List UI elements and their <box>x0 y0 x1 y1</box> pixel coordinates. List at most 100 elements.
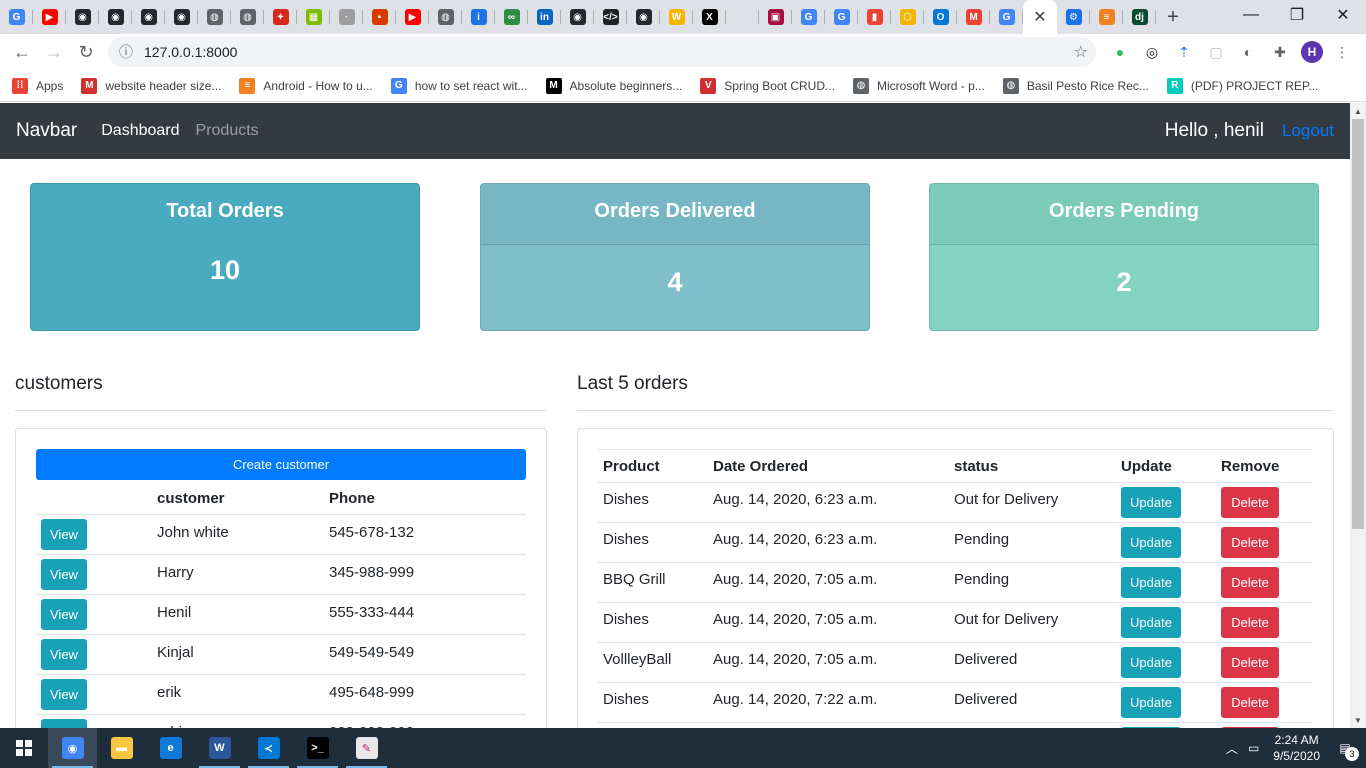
back-button[interactable]: ← <box>6 36 38 68</box>
chevron-up-icon[interactable]: ︿ <box>1226 740 1238 757</box>
address-bar[interactable]: ⓘ 127.0.0.1:8000 ☆ <box>108 37 1096 67</box>
scroll-down-arrow-icon[interactable]: ▼ <box>1350 712 1366 728</box>
update-button[interactable]: Update <box>1121 527 1181 558</box>
update-button[interactable]: Update <box>1121 487 1181 518</box>
browser-tab[interactable] <box>726 0 759 34</box>
extension-circle-icon[interactable]: ◐ <box>1236 40 1260 64</box>
view-button[interactable]: View <box>41 718 87 728</box>
network-icon[interactable]: ▭ <box>1248 741 1259 755</box>
browser-tab[interactable]: X <box>693 0 726 34</box>
browser-tab[interactable]: G <box>990 0 1023 34</box>
bookmark-item[interactable]: Mwebsite header size... <box>81 77 221 94</box>
browser-tab[interactable]: ◉ <box>561 0 594 34</box>
site-info-icon[interactable]: ⓘ <box>108 42 144 62</box>
browser-tab[interactable]: O <box>924 0 957 34</box>
browser-tab[interactable]: ▶ <box>396 0 429 34</box>
extension-icon[interactable]: ◎ <box>1140 40 1164 64</box>
browser-tab[interactable]: i <box>462 0 495 34</box>
bookmark-item[interactable]: ⁞⁞ Apps <box>12 77 63 94</box>
browser-tab[interactable]: dj <box>1123 0 1156 34</box>
start-button[interactable] <box>0 728 48 768</box>
menu-kebab-icon[interactable]: ⋮ <box>1330 40 1354 64</box>
browser-tab[interactable]: in <box>528 0 561 34</box>
close-window-button[interactable]: ✕ <box>1320 0 1366 30</box>
bookmark-item[interactable]: Ghow to set react wit... <box>390 77 528 94</box>
bookmark-item[interactable]: ≡ Android - How to u... <box>239 77 373 94</box>
bookmark-item[interactable]: V Spring Boot CRUD... <box>700 77 835 94</box>
update-button[interactable]: Update <box>1121 687 1181 718</box>
browser-tab[interactable]: G <box>825 0 858 34</box>
browser-tab[interactable]: · <box>330 0 363 34</box>
taskbar-app[interactable]: W <box>195 728 244 768</box>
scrollbar-thumb[interactable] <box>1352 119 1364 529</box>
browser-tab[interactable]: M <box>957 0 990 34</box>
nav-link-dashboard[interactable]: Dashboard <box>101 122 179 140</box>
browser-tab[interactable]: ▦ <box>297 0 330 34</box>
browser-tab[interactable]: ◉ <box>165 0 198 34</box>
browser-tab[interactable]: ◍ <box>231 0 264 34</box>
browser-tab[interactable]: </> <box>594 0 627 34</box>
taskbar-app[interactable]: ◉ <box>48 728 97 768</box>
extension-blank-icon[interactable]: ▢ <box>1204 40 1228 64</box>
restore-button[interactable]: ❐ <box>1274 0 1320 30</box>
navbar-brand[interactable]: Navbar <box>16 120 77 142</box>
delete-button[interactable]: Delete <box>1221 487 1279 518</box>
browser-tab[interactable]: ⚙ <box>1057 0 1090 34</box>
browser-tab[interactable]: ◉ <box>627 0 660 34</box>
update-button[interactable]: Update <box>1121 647 1181 678</box>
browser-tab[interactable]: ∞ <box>495 0 528 34</box>
view-button[interactable]: View <box>41 678 87 710</box>
notification-center-icon[interactable]: ▤ 3 <box>1334 737 1359 761</box>
delete-button[interactable]: Delete <box>1221 647 1279 678</box>
bookmark-item[interactable]: ◍ Basil Pesto Rice Rec... <box>1002 77 1149 94</box>
view-button[interactable]: View <box>41 638 87 670</box>
browser-tab[interactable]: ▮ <box>858 0 891 34</box>
browser-tab[interactable]: ▣ <box>759 0 792 34</box>
view-button[interactable]: View <box>41 558 87 590</box>
delete-button[interactable]: Delete <box>1221 567 1279 598</box>
browser-tab[interactable]: ◍ <box>198 0 231 34</box>
url-text[interactable]: 127.0.0.1:8000 <box>144 44 237 60</box>
evernote-icon[interactable]: ● <box>1108 40 1132 64</box>
update-button[interactable]: Update <box>1121 567 1181 598</box>
view-button[interactable]: View <box>41 598 87 630</box>
delete-button[interactable]: Delete <box>1221 687 1279 718</box>
browser-tab[interactable]: ≡ <box>1090 0 1123 34</box>
logout-link[interactable]: Logout <box>1282 121 1334 141</box>
create-customer-button[interactable]: Create customer <box>36 449 526 480</box>
taskbar-app[interactable]: >_ <box>293 728 342 768</box>
browser-tab[interactable]: ◉ <box>99 0 132 34</box>
delete-button[interactable]: Delete <box>1221 607 1279 638</box>
view-button[interactable]: View <box>41 518 87 550</box>
browser-tab[interactable]: ◍ <box>429 0 462 34</box>
forward-button[interactable]: → <box>38 36 70 68</box>
active-tab[interactable]: ✕ <box>1023 0 1057 34</box>
clock[interactable]: 2:24 AM 9/5/2020 <box>1273 732 1320 764</box>
browser-tab[interactable]: ⬡ <box>891 0 924 34</box>
puzzle-extensions-icon[interactable]: ✚ <box>1268 40 1292 64</box>
reload-button[interactable]: ↻ <box>70 36 102 68</box>
taskbar-app[interactable]: ✎ <box>342 728 391 768</box>
browser-tab[interactable]: W <box>660 0 693 34</box>
bookmark-star-icon[interactable]: ☆ <box>1074 42 1088 62</box>
browser-tab[interactable]: ◉ <box>66 0 99 34</box>
nav-link-products[interactable]: Products <box>196 122 259 140</box>
taskbar-app[interactable]: e <box>146 728 195 768</box>
scroll-up-arrow-icon[interactable]: ▲ <box>1350 103 1366 119</box>
upload-extension-icon[interactable]: ⇡ <box>1172 40 1196 64</box>
update-button[interactable]: Update <box>1121 607 1181 638</box>
browser-tab[interactable]: G <box>792 0 825 34</box>
taskbar-app[interactable]: ≺ <box>244 728 293 768</box>
browser-tab[interactable]: ▶ <box>33 0 66 34</box>
browser-tab[interactable]: ✦ <box>264 0 297 34</box>
delete-button[interactable]: Delete <box>1221 527 1279 558</box>
browser-tab[interactable]: ◉ <box>132 0 165 34</box>
page-scrollbar[interactable]: ▲ ▼ <box>1350 103 1366 728</box>
taskbar-app[interactable]: ▬ <box>97 728 146 768</box>
bookmark-item[interactable]: R (PDF) PROJECT REP... <box>1166 77 1318 94</box>
close-icon[interactable]: ✕ <box>1033 7 1046 27</box>
browser-tab[interactable]: ▪ <box>363 0 396 34</box>
profile-avatar[interactable]: H <box>1301 41 1323 63</box>
bookmark-item[interactable]: ◍ Microsoft Word - p... <box>853 77 985 94</box>
bookmark-item[interactable]: M Absolute beginners... <box>545 77 682 94</box>
